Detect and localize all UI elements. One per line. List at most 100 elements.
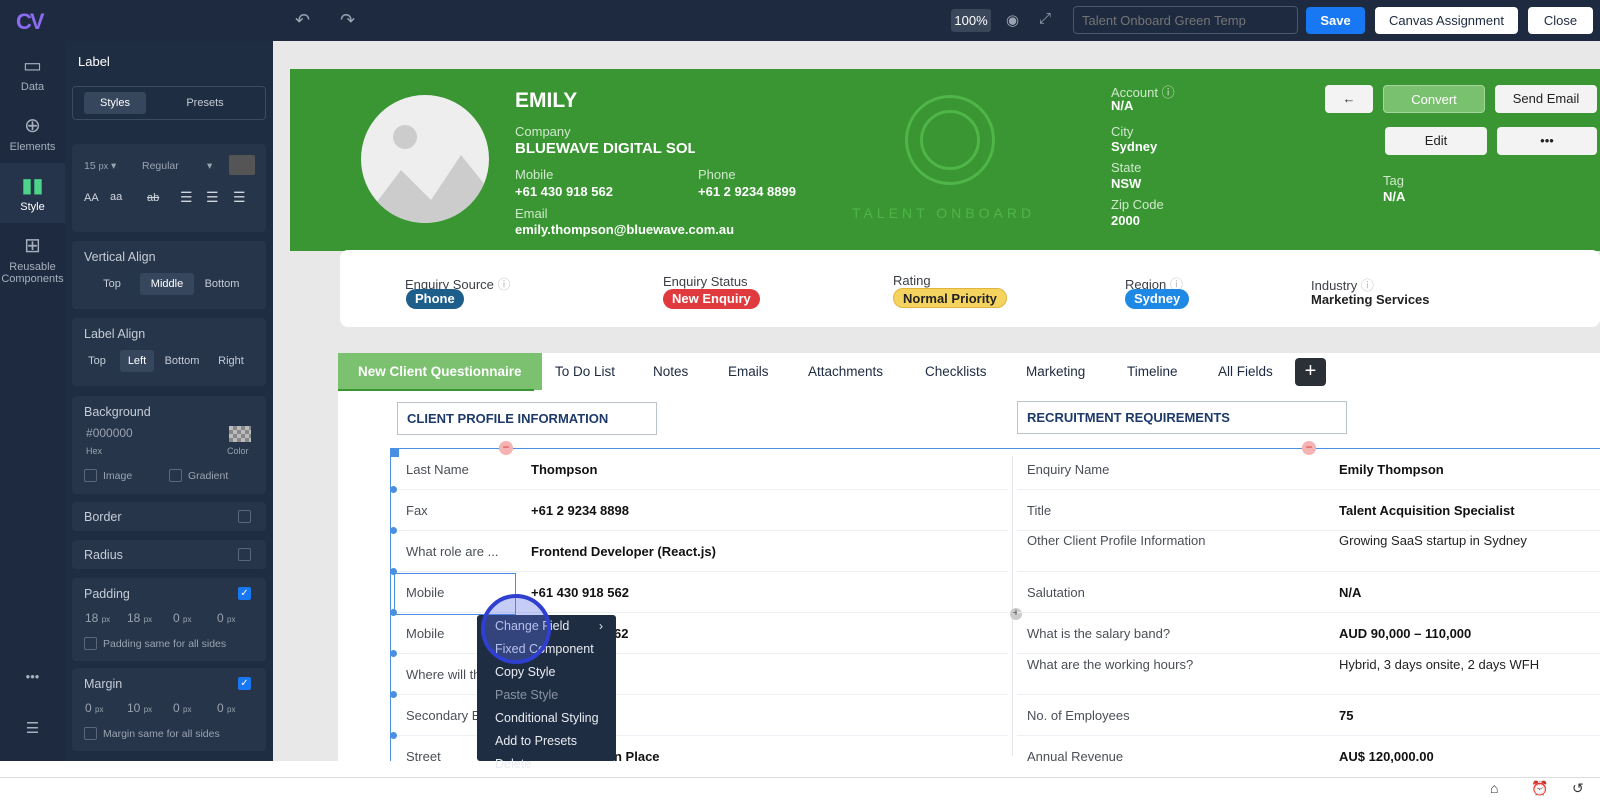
add-tab-button[interactable]: +	[1295, 358, 1326, 386]
enquiry-status-label: Enquiry Status	[663, 274, 748, 289]
font-weight-select[interactable]: Regular	[142, 160, 179, 172]
menu-paste-style[interactable]: Paste Style	[495, 688, 558, 702]
tab-checklists[interactable]: Checklists	[925, 353, 987, 390]
font-color-swatch[interactable]	[229, 155, 255, 175]
tab-presets[interactable]: Presets	[174, 92, 236, 114]
radius-checkbox[interactable]	[238, 548, 251, 561]
close-button[interactable]: Close	[1528, 7, 1593, 34]
hex-label: Hex	[86, 446, 103, 456]
menu-conditional-styling[interactable]: Conditional Styling	[495, 711, 599, 725]
menu-icon[interactable]: ☰	[0, 719, 65, 737]
background-hex-input[interactable]: #000000	[86, 426, 133, 440]
table-row[interactable]: Title Talent Acquisition Specialist	[1017, 490, 1600, 531]
padding-right[interactable]: 18 px	[127, 611, 152, 625]
align-right-icon[interactable]: ☰	[233, 189, 246, 206]
convert-button[interactable]: Convert	[1383, 85, 1485, 113]
margin-checkbox[interactable]: ✓	[238, 677, 251, 690]
more-icon[interactable]: •••	[0, 669, 65, 684]
tab-attachments[interactable]: Attachments	[808, 353, 883, 390]
tab-timeline[interactable]: Timeline	[1127, 353, 1178, 390]
restore-icon[interactable]: ↺	[1572, 780, 1584, 797]
menu-delete[interactable]: Delete	[495, 757, 531, 771]
table-row[interactable]: What is the salary band? AUD 90,000 – 110…	[1017, 613, 1600, 654]
gradient-checkbox[interactable]	[169, 469, 182, 482]
margin-top[interactable]: 0 px	[85, 701, 103, 715]
template-name-input[interactable]	[1073, 6, 1298, 34]
tab-notes[interactable]: Notes	[653, 353, 688, 390]
nav-data[interactable]: ▭ Data	[0, 53, 65, 103]
background-color-swatch[interactable]	[229, 426, 251, 442]
tab-marketing[interactable]: Marketing	[1026, 353, 1085, 390]
tab-to-do-list[interactable]: To Do List	[555, 353, 615, 390]
padding-top[interactable]: 18 px	[85, 611, 110, 625]
lalign-top[interactable]: Top	[80, 350, 114, 372]
row-handle[interactable]	[390, 568, 397, 575]
row-handle[interactable]	[390, 732, 397, 739]
menu-copy-style[interactable]: Copy Style	[495, 665, 555, 679]
border-checkbox[interactable]	[238, 510, 251, 523]
row-handle[interactable]	[390, 650, 397, 657]
table-row[interactable]: What are the working hours? Hybrid, 3 day…	[1017, 654, 1600, 695]
tab-all-fields[interactable]: All Fields	[1218, 353, 1273, 390]
history-icon[interactable]: ⌂	[1490, 780, 1498, 796]
table-row[interactable]: Fax +61 2 9234 8898	[396, 490, 1008, 531]
padding-checkbox[interactable]: ✓	[238, 587, 251, 600]
align-center-icon[interactable]: ☰	[206, 189, 219, 206]
table-row[interactable]: Other Client Profile Information Growing …	[1017, 531, 1600, 572]
nav-style[interactable]: ▮▮ Style	[0, 163, 65, 223]
table-row[interactable]: Enquiry Name Emily Thompson	[1017, 449, 1600, 490]
tab-emails[interactable]: Emails	[728, 353, 769, 390]
phone-value: +61 2 9234 8899	[698, 184, 796, 199]
row-handle[interactable]	[390, 609, 397, 616]
preview-eye-icon[interactable]: ◉	[1006, 11, 1019, 29]
zoom-level[interactable]: 100%	[951, 9, 991, 32]
padding-same-checkbox[interactable]	[84, 637, 97, 650]
more-actions-button[interactable]: •••	[1497, 127, 1597, 155]
table-row[interactable]: Annual Revenue AU$ 120,000.00	[1017, 736, 1600, 777]
lalign-left[interactable]: Left	[120, 350, 154, 372]
table-row[interactable]: What role are ... Frontend Developer (Rea…	[396, 531, 1008, 572]
send-email-button[interactable]: Send Email	[1495, 85, 1597, 113]
tab-styles[interactable]: Styles	[84, 92, 146, 114]
alarm-icon[interactable]: ⏰	[1531, 780, 1548, 797]
lalign-right[interactable]: Right	[213, 350, 249, 372]
uppercase-icon[interactable]: AA	[84, 192, 99, 204]
nav-elements[interactable]: ⊕ Elements	[0, 113, 65, 163]
margin-same-checkbox[interactable]	[84, 727, 97, 740]
style-icon: ▮▮	[21, 175, 44, 197]
valign-middle[interactable]: Middle	[140, 273, 194, 295]
tab-new-client-questionnaire[interactable]: New Client Questionnaire	[338, 353, 542, 390]
edit-button[interactable]: Edit	[1385, 127, 1487, 155]
margin-left[interactable]: 0 px	[217, 701, 235, 715]
align-left-icon[interactable]: ☰	[180, 189, 193, 206]
lowercase-icon[interactable]: aa	[110, 191, 122, 203]
radius-title: Radius	[84, 548, 123, 562]
image-checkbox[interactable]	[84, 469, 97, 482]
nav-reusable-components[interactable]: ⊞ Reusable Components	[0, 233, 65, 293]
valign-bottom[interactable]: Bottom	[200, 273, 244, 295]
back-button[interactable]: ←	[1325, 85, 1373, 113]
table-row[interactable]: Last Name Thompson	[396, 449, 1008, 490]
margin-bottom[interactable]: 0 px	[173, 701, 191, 715]
font-section: 15 px ▾ Regular ▾ AA aa ab ☰ ☰ ☰	[72, 144, 266, 232]
padding-bottom[interactable]: 0 px	[173, 611, 191, 625]
table-row[interactable]: No. of Employees 75	[1017, 695, 1600, 736]
canvas-assignment-button[interactable]: Canvas Assignment	[1375, 7, 1518, 34]
row-handle[interactable]	[390, 691, 397, 698]
font-size[interactable]: 15 px ▾	[84, 160, 116, 172]
margin-right[interactable]: 10 px	[127, 701, 152, 715]
lalign-bottom[interactable]: Bottom	[160, 350, 204, 372]
undo-icon[interactable]: ↶	[295, 10, 310, 31]
strikethrough-icon[interactable]: ab	[147, 192, 159, 204]
redo-icon[interactable]: ↷	[340, 10, 355, 31]
row-handle[interactable]	[390, 486, 397, 493]
save-button[interactable]: Save	[1306, 7, 1365, 34]
padding-left[interactable]: 0 px	[217, 611, 235, 625]
app-logo[interactable]: CV	[16, 9, 45, 35]
menu-add-to-presets[interactable]: Add to Presets	[495, 734, 577, 748]
fullscreen-icon[interactable]: ⤢	[1039, 10, 1051, 27]
cursor-highlight	[481, 594, 551, 664]
table-row[interactable]: Salutation N/A	[1017, 572, 1600, 613]
valign-top[interactable]: Top	[92, 273, 132, 295]
row-handle[interactable]	[390, 527, 397, 534]
